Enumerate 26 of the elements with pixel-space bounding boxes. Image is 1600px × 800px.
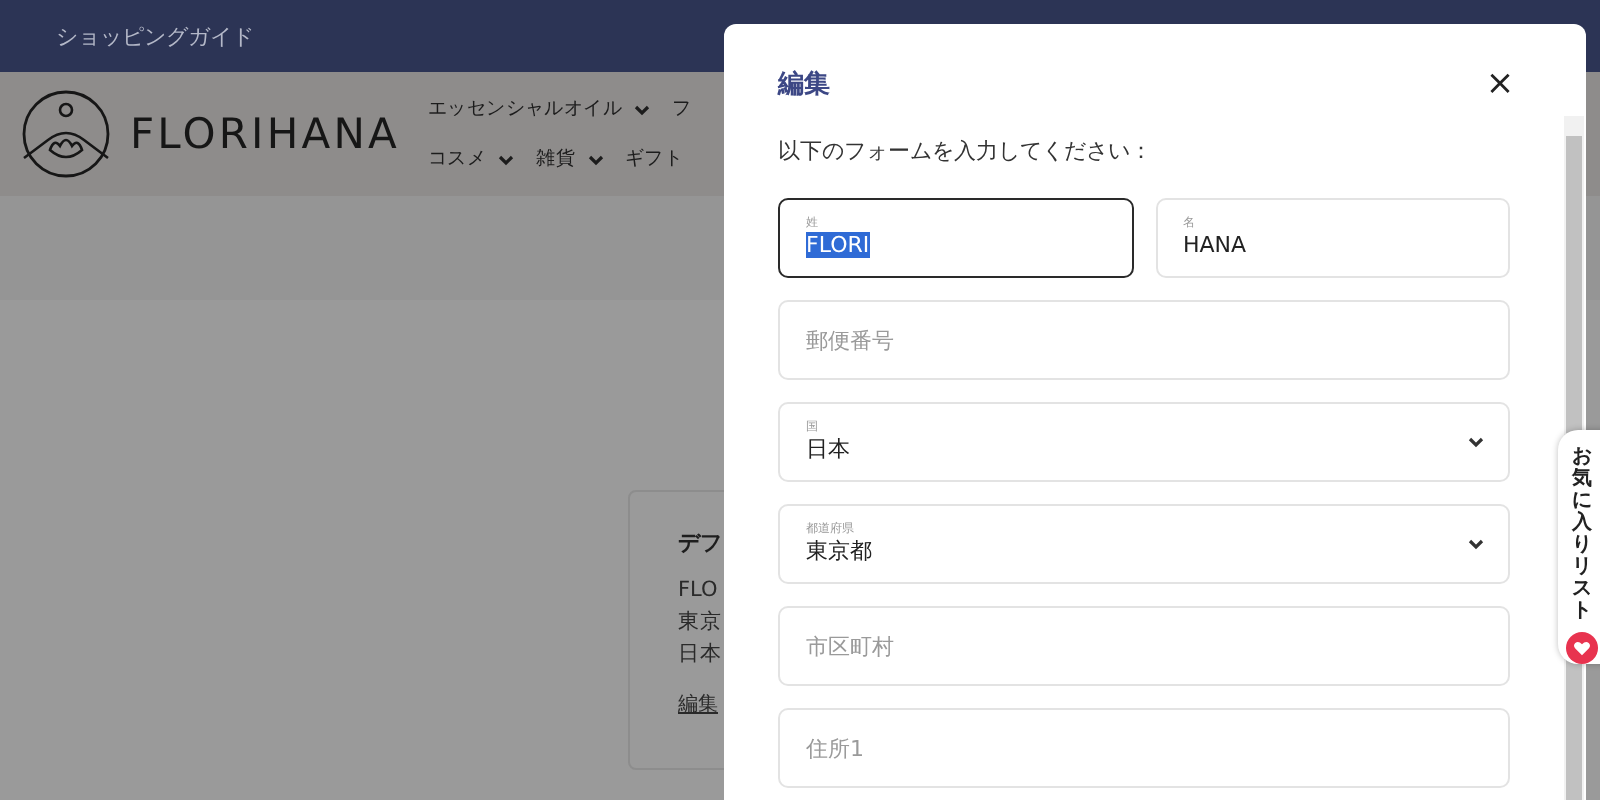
shopping-guide-link[interactable]: ショッピングガイド [56,21,254,51]
nav-link[interactable]: フ [672,96,692,122]
brand-name: FLORIHANA [130,110,400,158]
input-field[interactable]: 市区町村 [778,606,1510,686]
nav-link[interactable]: コスメ [427,146,515,172]
dialog-title: 編集 [778,68,830,102]
input-field[interactable]: 住所1 [778,708,1510,788]
nav-link[interactable]: 雑貨 [536,146,603,172]
nav-link[interactable]: エッセンシャルオイル [427,96,650,122]
scrollbar-thumb[interactable] [1566,136,1582,430]
chevron-icon [1468,436,1484,448]
input-field[interactable]: 郵便番号 [778,300,1510,380]
logo-icon [20,88,112,180]
nav-link[interactable]: ギフト [625,146,684,172]
chevron-icon [587,153,603,165]
edit-link[interactable]: 編集 [678,690,718,718]
chevron-icon [1468,538,1484,550]
address-line: 東京 [678,608,724,638]
form-instruction: 以下のフォームを入力してください： [778,136,1154,166]
address-line: FLO [678,576,720,606]
chevron-icon [498,153,515,165]
card-title: デフ [678,528,724,558]
close-button[interactable]: × [1484,66,1516,102]
address-line: 日本 [678,640,724,670]
wishlist-tab[interactable]: お気に入りリスト [1558,430,1600,664]
chevron-icon [634,103,650,115]
